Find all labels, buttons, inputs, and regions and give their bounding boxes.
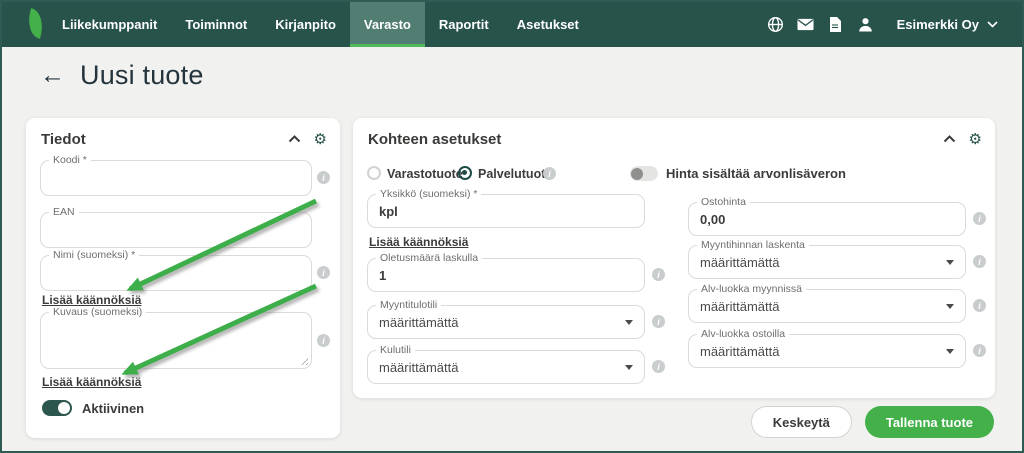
dropdown-caret-icon xyxy=(946,304,954,309)
chevron-down-icon xyxy=(987,21,998,28)
cancel-button[interactable]: Keskeytä xyxy=(751,406,852,438)
app-logo-leaf-icon[interactable] xyxy=(24,8,48,39)
oletusmaara-label: Oletusmäärä laskulla xyxy=(376,252,482,264)
nimi-add-translations-link[interactable]: Lisää käännöksiä xyxy=(42,293,141,307)
myyntitulotili-info-icon[interactable]: i xyxy=(652,315,665,328)
ostohinta-info-icon[interactable]: i xyxy=(973,212,986,225)
alv-luokka-ostoilla-label: Alv-luokka ostoilla xyxy=(697,328,789,340)
nav-item-asetukset[interactable]: Asetukset xyxy=(503,2,593,47)
myyntitulotili-label: Myyntitulotili xyxy=(376,299,441,311)
collapse-chevron-up-icon[interactable] xyxy=(288,135,301,143)
toggle-knob xyxy=(631,168,643,180)
oletusmaara-value: 1 xyxy=(379,268,386,283)
yksikko-field[interactable]: Yksikkö (suomeksi) * kpl xyxy=(367,194,645,228)
aktiivinen-toggle[interactable] xyxy=(42,400,72,416)
kuvaus-field[interactable]: Kuvaus (suomeksi) xyxy=(40,312,312,369)
nav-item-raportit[interactable]: Raportit xyxy=(425,2,503,47)
palvelutuote-radio[interactable] xyxy=(458,166,472,180)
yksikko-add-translations-link[interactable]: Lisää käännöksiä xyxy=(369,235,468,249)
nav-item-varasto[interactable]: Varasto xyxy=(350,2,425,47)
top-nav: Liikekumppanit Toiminnot Kirjanpito Vara… xyxy=(2,2,1022,47)
collapse-chevron-up-icon[interactable] xyxy=(943,135,956,143)
document-icon[interactable] xyxy=(827,16,844,33)
nav-utility-area: Esimerkki Oy xyxy=(767,2,1022,47)
company-menu[interactable]: Esimerkki Oy xyxy=(897,17,998,32)
nimi-info-icon[interactable]: i xyxy=(317,266,330,279)
alv-luokka-ostoilla-value: määrittämättä xyxy=(700,344,779,359)
page-title: Uusi tuote xyxy=(80,60,204,91)
koodi-info-icon[interactable]: i xyxy=(317,171,330,184)
alv-luokka-myynnissa-select[interactable]: Alv-luokka myynnissä määrittämättä xyxy=(688,289,966,323)
yksikko-value: kpl xyxy=(379,204,398,219)
kulutili-value: määrittämättä xyxy=(379,360,458,375)
myyntitulotili-select[interactable]: Myyntitulotili määrittämättä xyxy=(367,305,645,339)
dropdown-caret-icon xyxy=(946,349,954,354)
tiedot-card-title: Tiedot xyxy=(41,131,86,148)
nimi-field[interactable]: Nimi (suomeksi) * xyxy=(40,255,312,291)
nimi-label: Nimi (suomeksi) * xyxy=(49,249,139,261)
nav-item-liikekumppanit[interactable]: Liikekumppanit xyxy=(48,2,171,47)
footer-actions: Keskeytä Tallenna tuote xyxy=(751,406,994,438)
kulutili-label: Kulutili xyxy=(376,344,415,356)
user-icon[interactable] xyxy=(857,16,874,33)
varastotuote-radio[interactable] xyxy=(367,166,381,180)
toggle-knob xyxy=(58,402,70,414)
tuotetyyppi-info-icon[interactable]: i xyxy=(543,167,556,180)
nav-item-kirjanpito[interactable]: Kirjanpito xyxy=(261,2,350,47)
yksikko-label: Yksikkö (suomeksi) * xyxy=(376,188,481,200)
dropdown-caret-icon xyxy=(625,365,633,370)
tiedot-card: Tiedot ⚙ Koodi * i EAN Nimi (suomeksi) *… xyxy=(26,118,340,438)
hinta-sisaltaa-alv-toggle[interactable] xyxy=(630,166,658,181)
ostohinta-field[interactable]: Ostohinta 0,00 xyxy=(688,202,966,236)
asetukset-card-header: Kohteen asetukset ⚙ xyxy=(368,128,982,150)
gear-icon[interactable]: ⚙ xyxy=(969,132,982,147)
myyntitulotili-value: määrittämättä xyxy=(379,315,458,330)
varastotuote-radio-label[interactable]: Varastotuote xyxy=(387,167,463,181)
oletusmaara-info-icon[interactable]: i xyxy=(652,268,665,281)
save-product-button[interactable]: Tallenna tuote xyxy=(865,406,994,438)
asetukset-header-icons: ⚙ xyxy=(943,132,982,147)
koodi-label: Koodi * xyxy=(49,154,91,166)
textarea-resize-handle[interactable] xyxy=(300,357,308,365)
page-header: ← Uusi tuote xyxy=(40,60,204,91)
ean-label: EAN xyxy=(49,206,79,218)
dropdown-caret-icon xyxy=(625,320,633,325)
globe-icon[interactable] xyxy=(767,16,784,33)
oletusmaara-field[interactable]: Oletusmäärä laskulla 1 xyxy=(367,258,645,292)
myyntihinnan-laskenta-label: Myyntihinnan laskenta xyxy=(697,239,809,251)
koodi-field[interactable]: Koodi * xyxy=(40,160,312,196)
nav-item-toiminnot[interactable]: Toiminnot xyxy=(171,2,261,47)
kuvaus-info-icon[interactable]: i xyxy=(317,334,330,347)
tiedot-header-icons: ⚙ xyxy=(288,132,327,147)
app-window: { "colors": { "nav_bg": "#27534B", "nav_… xyxy=(0,0,1024,453)
back-arrow-icon[interactable]: ← xyxy=(40,63,65,88)
gear-icon[interactable]: ⚙ xyxy=(314,132,327,147)
ostohinta-label: Ostohinta xyxy=(697,196,750,208)
ostohinta-value: 0,00 xyxy=(700,212,725,227)
tiedot-card-header: Tiedot ⚙ xyxy=(41,128,327,150)
aktiivinen-toggle-label: Aktiivinen xyxy=(82,401,144,416)
company-name: Esimerkki Oy xyxy=(897,17,979,32)
ean-field[interactable]: EAN xyxy=(40,212,312,248)
myyntihinnan-laskenta-select[interactable]: Myyntihinnan laskenta määrittämättä xyxy=(688,245,966,279)
kohteen-asetukset-card: Kohteen asetukset ⚙ Varastotuote Palvelu… xyxy=(353,118,995,398)
palvelutuote-radio-label[interactable]: Palvelutuote xyxy=(478,167,552,181)
nav-menu: Liikekumppanit Toiminnot Kirjanpito Vara… xyxy=(48,2,593,47)
kulutili-select[interactable]: Kulutili määrittämättä xyxy=(367,350,645,384)
alv-luokka-ostoilla-select[interactable]: Alv-luokka ostoilla määrittämättä xyxy=(688,334,966,368)
alv-luokka-myynnissa-value: määrittämättä xyxy=(700,299,779,314)
kulutili-info-icon[interactable]: i xyxy=(652,360,665,373)
dropdown-caret-icon xyxy=(946,260,954,265)
mail-icon[interactable] xyxy=(797,16,814,33)
myyntihinnan-laskenta-value: määrittämättä xyxy=(700,255,779,270)
kuvaus-label: Kuvaus (suomeksi) xyxy=(49,306,146,318)
asetukset-card-title: Kohteen asetukset xyxy=(368,131,501,148)
alv-luokka-myynnissa-info-icon[interactable]: i xyxy=(973,299,986,312)
hinta-sisaltaa-alv-label: Hinta sisältää arvonlisäveron xyxy=(666,166,846,181)
alv-luokka-ostoilla-info-icon[interactable]: i xyxy=(973,344,986,357)
kuvaus-add-translations-link[interactable]: Lisää käännöksiä xyxy=(42,375,141,389)
myyntihinnan-laskenta-info-icon[interactable]: i xyxy=(973,255,986,268)
alv-luokka-myynnissa-label: Alv-luokka myynnissä xyxy=(697,283,806,295)
